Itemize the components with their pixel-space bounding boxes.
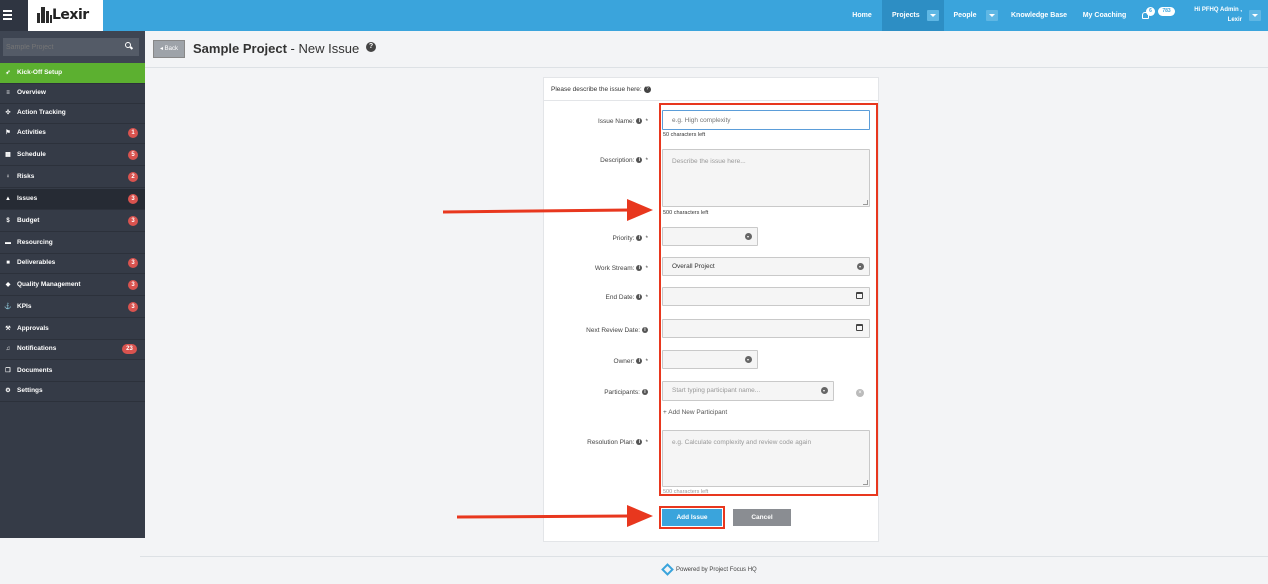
project-focus-logo-icon [661,563,674,576]
arrow-to-fields [442,199,653,221]
annotation-arrows [442,199,653,527]
footer-text: Powered by Project Focus HQ [676,567,757,574]
footer: Powered by Project Focus HQ [661,563,757,576]
footer-divider [140,556,1268,557]
arrow-to-add-button [456,505,653,527]
